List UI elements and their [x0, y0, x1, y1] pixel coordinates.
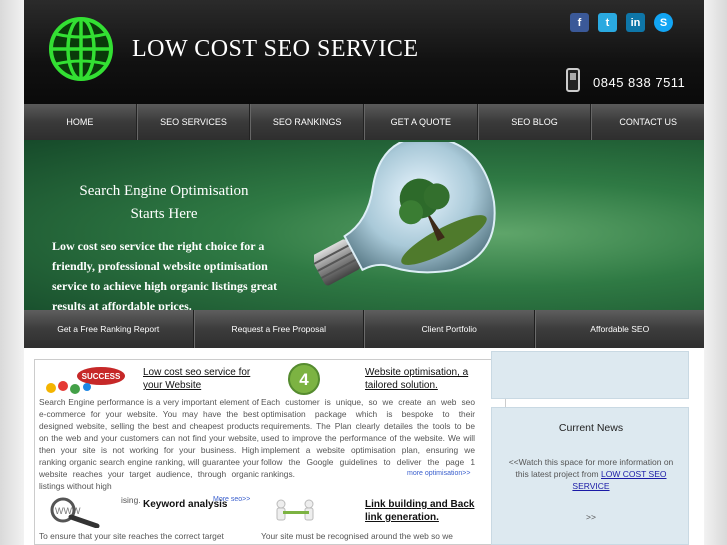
hero-title-line1: Search Engine Optimisation [79, 183, 249, 199]
nav-item-get-a-quote[interactable]: GET A QUOTE [364, 104, 478, 140]
mobile-phone-icon [566, 68, 580, 92]
magnifier-www-icon: WWW [50, 497, 100, 528]
block-link-building-text: Your site must be recognised around the … [261, 531, 453, 541]
magnifier-www-icon-text: WWW [55, 506, 81, 516]
more-optimisation-link[interactable]: more optimisation>> [407, 470, 470, 477]
hero-banner: Search Engine Optimisation Starts Here L… [24, 140, 704, 310]
subnav-free-ranking-report[interactable]: Get a Free Ranking Report [24, 310, 194, 348]
lightbulb-tree-image [314, 142, 496, 286]
nav-item-home[interactable]: HOME [24, 104, 137, 140]
secondary-nav: Get a Free Ranking Report Request a Free… [24, 310, 704, 348]
block-website-optimisation-text: Each customer is unique, so we create an… [261, 397, 475, 479]
page-left-border [0, 0, 24, 545]
sidebar-top-panel [491, 351, 689, 399]
skype-icon[interactable]: S [654, 13, 673, 32]
news-title: Current News [558, 422, 624, 434]
main-content-panel: SUCCESS Low cost seo service for your We… [34, 359, 506, 545]
twitter-icon[interactable]: t [598, 13, 617, 32]
number-four-icon-text: 4 [299, 370, 309, 389]
site-title[interactable]: LOW COST SEO SERVICE [132, 36, 419, 63]
block-seo-service-title[interactable]: Low cost seo service for your Website [143, 366, 263, 392]
nav-item-seo-services[interactable]: SEO SERVICES [136, 104, 251, 140]
success-icon: SUCCESS [46, 367, 125, 394]
facebook-icon[interactable]: f [570, 13, 589, 32]
hero-title-line2: Starts Here [130, 206, 198, 222]
main-nav: HOME SEO SERVICES SEO RANKINGS GET A QUO… [24, 104, 704, 140]
block-keyword-analysis-text: To ensure that your site reaches the cor… [39, 531, 224, 541]
current-news-panel: Current News <<Watch this space for more… [491, 407, 689, 545]
block-seo-service-text: Search Engine performance is a very impo… [39, 397, 259, 491]
success-icon-text: SUCCESS [82, 372, 121, 381]
nav-item-seo-blog[interactable]: SEO BLOG [477, 104, 592, 140]
number-four-icon: 4 [288, 363, 320, 395]
linkedin-icon[interactable]: in [626, 13, 645, 32]
hero-description: Low cost seo service the right choice fo… [52, 239, 278, 310]
page-right-border [704, 0, 727, 545]
block-link-building-title[interactable]: Link building and Back link generation. [365, 498, 485, 524]
news-more[interactable]: >> [492, 512, 690, 522]
block-keyword-analysis-title[interactable]: Keyword analysis [143, 498, 253, 511]
news-text: <<Watch this space for more information … [502, 456, 680, 492]
page-container: LOW COST SEO SERVICE f t in S 0845 838 7… [24, 0, 704, 545]
site-header: LOW COST SEO SERVICE f t in S 0845 838 7… [24, 0, 704, 104]
linked-figures-icon [276, 499, 314, 521]
phone-number: 0845 838 7511 [593, 75, 686, 90]
globe-logo-icon[interactable] [48, 16, 114, 82]
social-links: f t in S [570, 13, 673, 32]
nav-item-contact-us[interactable]: CONTACT US [591, 104, 704, 140]
right-sidebar: Current News <<Watch this space for more… [491, 351, 689, 545]
hero-title: Search Engine Optimisation Starts Here [64, 180, 264, 226]
subnav-affordable-seo[interactable]: Affordable SEO [534, 310, 705, 348]
subnav-client-portfolio[interactable]: Client Portfolio [364, 310, 535, 348]
subnav-free-proposal[interactable]: Request a Free Proposal [193, 310, 364, 348]
block-website-optimisation-title[interactable]: Website optimisation, a tailored solutio… [365, 366, 485, 392]
nav-item-seo-rankings[interactable]: SEO RANKINGS [250, 104, 365, 140]
